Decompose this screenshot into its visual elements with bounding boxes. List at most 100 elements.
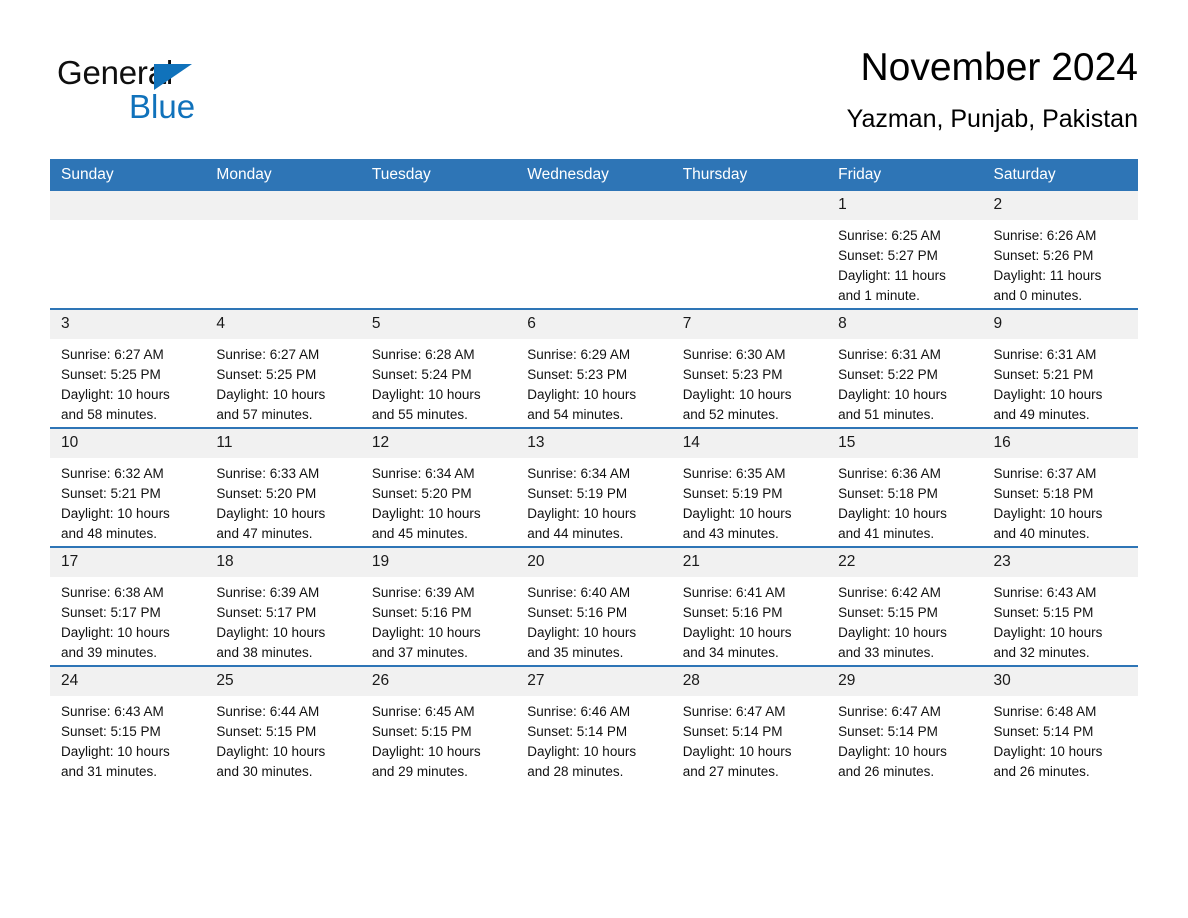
day-cell[interactable] bbox=[360, 191, 517, 309]
sunset-text: Sunset: 5:15 PM bbox=[371, 724, 472, 739]
day-cell[interactable]: 19 Sunrise: 6:39 AM Sunset: 5:16 PM Dayl… bbox=[360, 546, 517, 666]
day-info: Sunrise: 6:32 AM Sunset: 5:21 PM Dayligh… bbox=[50, 458, 205, 544]
sunset-text: Sunset: 5:22 PM bbox=[838, 367, 938, 382]
day-cell[interactable]: 1 Sunrise: 6:25 AM Sunset: 5:27 PM Dayli… bbox=[827, 191, 983, 309]
day-cell[interactable]: 26 Sunrise: 6:45 AM Sunset: 5:15 PM Dayl… bbox=[360, 665, 517, 784]
day-info: Sunrise: 6:27 AM Sunset: 5:25 PM Dayligh… bbox=[205, 339, 360, 425]
day-number: 17 bbox=[50, 548, 206, 577]
sunset-text: Sunset: 5:16 PM bbox=[527, 605, 628, 620]
day-number: 4 bbox=[205, 310, 361, 339]
daylight-text-line1: Daylight: 10 hours bbox=[61, 625, 170, 640]
daylight-text-line2: and 27 minutes. bbox=[682, 764, 779, 779]
day-info: Sunrise: 6:25 AM Sunset: 5:27 PM Dayligh… bbox=[827, 220, 982, 306]
day-number: 3 bbox=[50, 310, 206, 339]
daylight-text-line2: and 1 minute. bbox=[838, 288, 920, 303]
daylight-text-line1: Daylight: 10 hours bbox=[527, 744, 637, 759]
day-info: Sunrise: 6:41 AM Sunset: 5:16 PM Dayligh… bbox=[672, 577, 827, 663]
sunset-text: Sunset: 5:15 PM bbox=[61, 724, 161, 739]
daylight-text-line2: and 43 minutes. bbox=[682, 526, 779, 541]
sunrise-text: Sunrise: 6:41 AM bbox=[682, 585, 786, 600]
day-info: Sunrise: 6:38 AM Sunset: 5:17 PM Dayligh… bbox=[50, 577, 205, 663]
sunrise-text: Sunrise: 6:40 AM bbox=[527, 585, 631, 600]
daylight-text-line2: and 33 minutes. bbox=[838, 645, 935, 660]
sunset-text: Sunset: 5:21 PM bbox=[993, 367, 1094, 382]
day-cell[interactable] bbox=[671, 191, 828, 309]
sunset-text: Sunset: 5:16 PM bbox=[682, 605, 783, 620]
day-cell[interactable]: 30 Sunrise: 6:48 AM Sunset: 5:14 PM Dayl… bbox=[982, 665, 1138, 784]
daylight-text-line1: Daylight: 10 hours bbox=[216, 387, 326, 402]
day-info: Sunrise: 6:29 AM Sunset: 5:23 PM Dayligh… bbox=[516, 339, 671, 425]
day-info: Sunrise: 6:28 AM Sunset: 5:24 PM Dayligh… bbox=[361, 339, 516, 425]
day-cell[interactable]: 15 Sunrise: 6:36 AM Sunset: 5:18 PM Dayl… bbox=[827, 427, 983, 547]
sunrise-text: Sunrise: 6:25 AM bbox=[838, 228, 941, 243]
sunrise-text: Sunrise: 6:46 AM bbox=[527, 704, 631, 719]
day-cell[interactable]: 22 Sunrise: 6:42 AM Sunset: 5:15 PM Dayl… bbox=[827, 546, 983, 666]
day-cell[interactable]: 8 Sunrise: 6:31 AM Sunset: 5:22 PM Dayli… bbox=[827, 308, 983, 428]
day-cell[interactable]: 9 Sunrise: 6:31 AM Sunset: 5:21 PM Dayli… bbox=[982, 308, 1138, 428]
logo-text-blue: Blue bbox=[129, 88, 196, 125]
sunset-text: Sunset: 5:15 PM bbox=[838, 605, 938, 620]
day-cell[interactable]: 20 Sunrise: 6:40 AM Sunset: 5:16 PM Dayl… bbox=[516, 546, 672, 666]
sunset-text: Sunset: 5:17 PM bbox=[216, 605, 317, 620]
day-cell[interactable]: 5 Sunrise: 6:28 AM Sunset: 5:24 PM Dayli… bbox=[360, 308, 517, 428]
daylight-text-line2: and 39 minutes. bbox=[61, 645, 158, 660]
day-cell[interactable]: 21 Sunrise: 6:41 AM Sunset: 5:16 PM Dayl… bbox=[671, 546, 828, 666]
day-cell[interactable] bbox=[50, 191, 206, 309]
calendar-table: Sunday Monday Tuesday Wednesday Thursday… bbox=[50, 159, 1138, 784]
daylight-text-line2: and 37 minutes. bbox=[371, 645, 468, 660]
day-number bbox=[516, 191, 672, 220]
day-info: Sunrise: 6:45 AM Sunset: 5:15 PM Dayligh… bbox=[361, 696, 516, 782]
day-cell[interactable]: 11 Sunrise: 6:33 AM Sunset: 5:20 PM Dayl… bbox=[205, 427, 361, 547]
day-cell[interactable]: 3 Sunrise: 6:27 AM Sunset: 5:25 PM Dayli… bbox=[50, 308, 206, 428]
daylight-text-line1: Daylight: 11 hours bbox=[993, 268, 1102, 283]
day-cell[interactable]: 27 Sunrise: 6:46 AM Sunset: 5:14 PM Dayl… bbox=[516, 665, 672, 784]
day-number bbox=[50, 191, 206, 220]
sunset-text: Sunset: 5:14 PM bbox=[993, 724, 1094, 739]
generalblue-logo[interactable]: General Blue bbox=[57, 54, 257, 134]
page-title: November 2024 bbox=[860, 46, 1139, 89]
day-cell[interactable]: 16 Sunrise: 6:37 AM Sunset: 5:18 PM Dayl… bbox=[982, 427, 1138, 547]
day-cell[interactable]: 2 Sunrise: 6:26 AM Sunset: 5:26 PM Dayli… bbox=[982, 191, 1138, 309]
day-cell[interactable]: 25 Sunrise: 6:44 AM Sunset: 5:15 PM Dayl… bbox=[205, 665, 361, 784]
page-subtitle: Yazman, Punjab, Pakistan bbox=[846, 105, 1138, 133]
daylight-text-line1: Daylight: 10 hours bbox=[216, 625, 326, 640]
day-cell[interactable] bbox=[205, 191, 361, 309]
day-cell[interactable]: 7 Sunrise: 6:30 AM Sunset: 5:23 PM Dayli… bbox=[671, 308, 828, 428]
sunset-text: Sunset: 5:19 PM bbox=[682, 486, 783, 501]
daylight-text-line2: and 54 minutes. bbox=[527, 407, 624, 422]
sunrise-text: Sunrise: 6:29 AM bbox=[527, 347, 631, 362]
sunrise-text: Sunrise: 6:38 AM bbox=[61, 585, 164, 600]
day-info: Sunrise: 6:27 AM Sunset: 5:25 PM Dayligh… bbox=[50, 339, 205, 425]
day-number: 24 bbox=[50, 667, 206, 696]
day-cell[interactable]: 28 Sunrise: 6:47 AM Sunset: 5:14 PM Dayl… bbox=[671, 665, 828, 784]
sunset-text: Sunset: 5:14 PM bbox=[527, 724, 628, 739]
day-cell[interactable]: 13 Sunrise: 6:34 AM Sunset: 5:19 PM Dayl… bbox=[516, 427, 672, 547]
day-number: 25 bbox=[205, 667, 361, 696]
day-cell[interactable]: 4 Sunrise: 6:27 AM Sunset: 5:25 PM Dayli… bbox=[205, 308, 361, 428]
day-cell[interactable]: 14 Sunrise: 6:35 AM Sunset: 5:19 PM Dayl… bbox=[671, 427, 828, 547]
daylight-text-line1: Daylight: 10 hours bbox=[993, 506, 1103, 521]
daylight-text-line2: and 29 minutes. bbox=[371, 764, 468, 779]
day-cell[interactable] bbox=[516, 191, 672, 309]
sunset-text: Sunset: 5:25 PM bbox=[216, 367, 317, 382]
day-cell[interactable]: 24 Sunrise: 6:43 AM Sunset: 5:15 PM Dayl… bbox=[50, 665, 206, 784]
sunrise-text: Sunrise: 6:37 AM bbox=[993, 466, 1097, 481]
sunset-text: Sunset: 5:14 PM bbox=[838, 724, 938, 739]
day-cell[interactable]: 10 Sunrise: 6:32 AM Sunset: 5:21 PM Dayl… bbox=[50, 427, 206, 547]
day-cell[interactable]: 18 Sunrise: 6:39 AM Sunset: 5:17 PM Dayl… bbox=[205, 546, 361, 666]
weekday-header-friday: Friday bbox=[827, 159, 983, 191]
day-number: 27 bbox=[516, 667, 672, 696]
day-cell[interactable]: 17 Sunrise: 6:38 AM Sunset: 5:17 PM Dayl… bbox=[50, 546, 206, 666]
daylight-text-line1: Daylight: 10 hours bbox=[682, 625, 792, 640]
day-cell[interactable]: 29 Sunrise: 6:47 AM Sunset: 5:14 PM Dayl… bbox=[827, 665, 983, 784]
daylight-text-line1: Daylight: 10 hours bbox=[61, 506, 170, 521]
day-cell[interactable]: 6 Sunrise: 6:29 AM Sunset: 5:23 PM Dayli… bbox=[516, 308, 672, 428]
daylight-text-line1: Daylight: 10 hours bbox=[993, 625, 1103, 640]
day-cell[interactable]: 12 Sunrise: 6:34 AM Sunset: 5:20 PM Dayl… bbox=[360, 427, 517, 547]
day-info: Sunrise: 6:30 AM Sunset: 5:23 PM Dayligh… bbox=[672, 339, 827, 425]
daylight-text-line2: and 51 minutes. bbox=[838, 407, 935, 422]
sunrise-text: Sunrise: 6:27 AM bbox=[61, 347, 164, 362]
daylight-text-line1: Daylight: 10 hours bbox=[993, 387, 1103, 402]
sunrise-text: Sunrise: 6:32 AM bbox=[61, 466, 164, 481]
day-cell[interactable]: 23 Sunrise: 6:43 AM Sunset: 5:15 PM Dayl… bbox=[982, 546, 1138, 666]
